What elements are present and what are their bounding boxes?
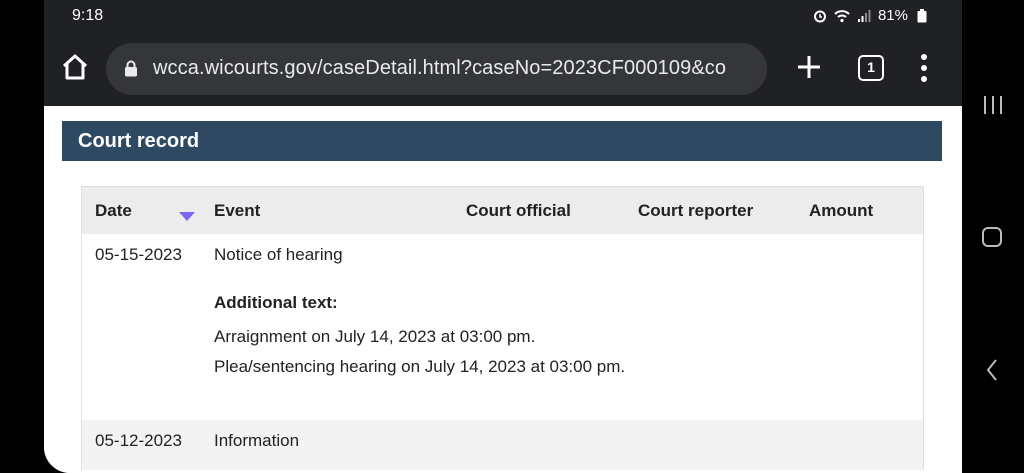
signal-icon (856, 8, 872, 24)
battery-icon (914, 8, 930, 24)
table-row[interactable]: 05-12-2023 Information (82, 420, 923, 470)
row-event: Information (214, 431, 300, 450)
additional-text-line: Arraignment on July 14, 2023 at 03:00 pm… (214, 327, 536, 346)
column-header-court-official[interactable]: Court official (466, 201, 571, 221)
sort-descending-icon[interactable] (179, 212, 195, 221)
alarm-icon (812, 8, 828, 24)
more-menu-icon[interactable] (914, 52, 934, 84)
status-icons: 81% (812, 7, 930, 24)
wifi-icon (834, 8, 850, 24)
back-nav-icon[interactable] (984, 357, 1000, 383)
phone-screen: 9:18 81% wcca.wicourts.gov/caseDetail.ht… (44, 0, 962, 473)
column-header-amount[interactable]: Amount (809, 201, 873, 221)
tab-switcher-button[interactable]: 1 (858, 55, 884, 81)
additional-text-line: Plea/sentencing hearing on July 14, 2023… (214, 357, 626, 376)
url-text[interactable]: wcca.wicourts.gov/caseDetail.html?caseNo… (153, 57, 726, 80)
court-record-header[interactable]: Court record (62, 121, 942, 161)
home-nav-icon[interactable] (981, 226, 1003, 248)
lock-icon (124, 60, 138, 77)
page-content: Court record Date Event Court official C… (44, 106, 962, 473)
column-header-court-reporter[interactable]: Court reporter (638, 201, 753, 221)
section-title: Court record (78, 130, 200, 152)
browser-toolbar: wcca.wicourts.gov/caseDetail.html?caseNo… (44, 34, 962, 106)
column-header-date[interactable]: Date (95, 201, 132, 221)
row-date: 05-12-2023 (95, 431, 182, 450)
recent-apps-icon[interactable] (981, 94, 1005, 116)
row-date: 05-15-2023 (95, 245, 182, 264)
court-record-table: Date Event Court official Court reporter… (81, 186, 924, 470)
home-icon[interactable] (58, 50, 92, 84)
column-header-event[interactable]: Event (214, 201, 260, 221)
status-bar: 9:18 81% (44, 0, 962, 34)
address-bar[interactable]: wcca.wicourts.gov/caseDetail.html?caseNo… (106, 43, 767, 95)
battery-percent: 81% (877, 7, 908, 24)
table-row[interactable]: 05-15-2023 Notice of hearing Additional … (82, 234, 923, 420)
android-nav-bar (962, 0, 1024, 473)
row-event: Notice of hearing (214, 245, 343, 264)
new-tab-icon[interactable] (794, 52, 824, 82)
status-time: 9:18 (72, 7, 104, 24)
table-header: Date Event Court official Court reporter… (82, 186, 923, 234)
additional-text-label: Additional text: (214, 293, 338, 312)
